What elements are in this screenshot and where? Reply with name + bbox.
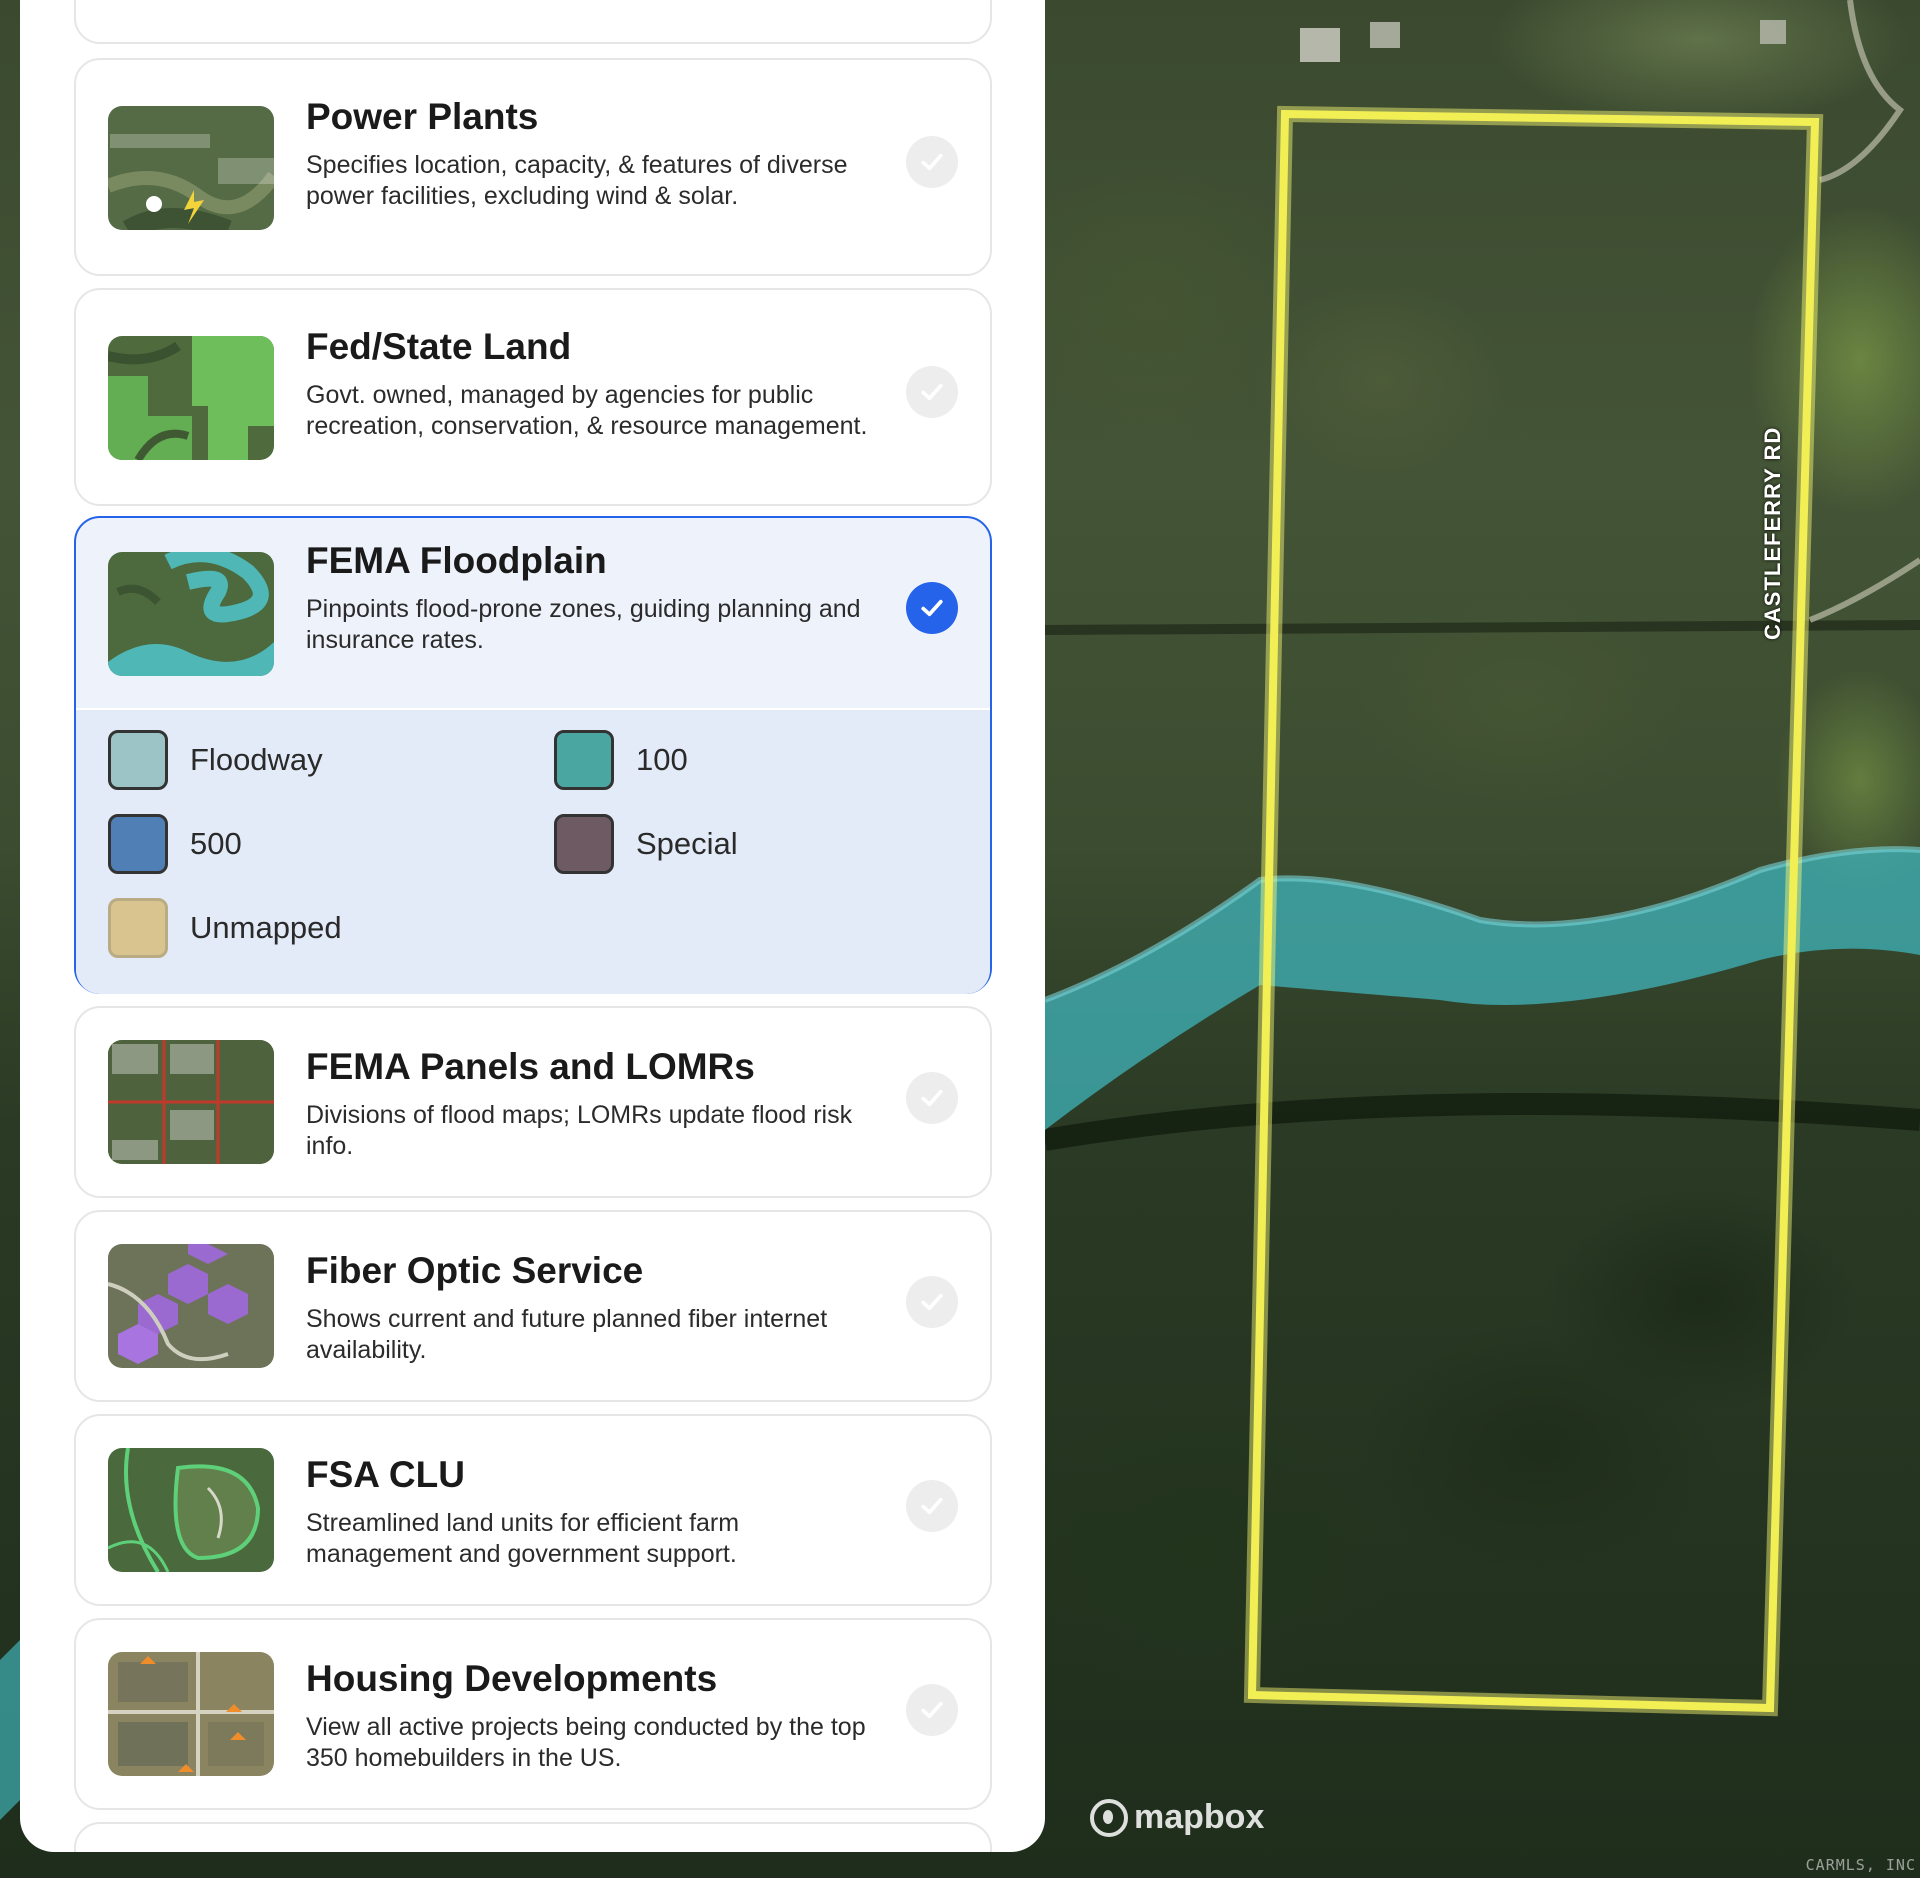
mapbox-logo[interactable]: mapbox <box>1090 1798 1264 1837</box>
layer-card-fsa-clu[interactable]: FSA CLU Streamlined land units for effic… <box>74 1414 992 1606</box>
layer-card-partial-bottom[interactable] <box>74 1822 992 1852</box>
legend-swatch <box>554 730 614 790</box>
fema-floodplain-thumbnail-icon <box>108 552 274 676</box>
fiber-optic-thumbnail-icon <box>108 1244 274 1368</box>
layer-card-housing-developments[interactable]: Housing Developments View all active pro… <box>74 1618 992 1810</box>
layer-card-fed-state-land[interactable]: Fed/State Land Govt. owned, managed by a… <box>74 288 992 506</box>
housing-developments-thumbnail-icon <box>108 1652 274 1776</box>
legend-label: 500 <box>190 826 242 861</box>
power-plants-thumbnail-icon <box>108 106 274 230</box>
layer-toggle-fema-panels[interactable] <box>906 1072 958 1124</box>
legend-label: Floodway <box>190 742 323 777</box>
layer-toggle-fema-floodplain[interactable] <box>906 582 958 634</box>
layer-title: Power Plants <box>306 96 539 137</box>
layer-title: FEMA Panels and LOMRs <box>306 1046 755 1087</box>
layer-description: Specifies location, capacity, & features… <box>306 151 848 210</box>
legend-item-special: Special <box>554 814 738 874</box>
legend-label: 100 <box>636 742 688 777</box>
fed-state-land-thumbnail-icon <box>108 336 274 460</box>
layer-toggle-fiber-optic[interactable] <box>906 1276 958 1328</box>
layer-title: Fiber Optic Service <box>306 1250 644 1291</box>
mapbox-logo-text: mapbox <box>1134 1798 1265 1836</box>
layer-title: Fed/State Land <box>306 326 572 367</box>
check-icon <box>921 1701 943 1719</box>
check-icon <box>921 599 943 617</box>
legend-item-500: 500 <box>108 814 242 874</box>
layer-description: View all active projects being conducted… <box>306 1713 866 1772</box>
legend-swatch <box>108 898 168 958</box>
layer-card-partial-top[interactable] <box>74 0 992 44</box>
check-icon <box>921 1497 943 1515</box>
map-copyright: CARMLS, INC <box>1805 1856 1916 1874</box>
layer-description: Pinpoints flood-prone zones, guiding pla… <box>306 595 861 654</box>
legend-swatch <box>108 814 168 874</box>
layer-card-fema-floodplain[interactable]: FEMA Floodplain Pinpoints flood-prone zo… <box>74 516 992 994</box>
layer-title: FEMA Floodplain <box>306 540 607 581</box>
layer-toggle-fed-state-land[interactable] <box>906 366 958 418</box>
legend-item-floodway: Floodway <box>108 730 323 790</box>
check-icon <box>921 153 943 171</box>
check-icon <box>921 1293 943 1311</box>
layer-description: Govt. owned, managed by agencies for pub… <box>306 381 868 440</box>
fsa-clu-thumbnail-icon <box>108 1448 274 1572</box>
floodplain-legend: Floodway 100 500 Special Unmapped <box>76 708 990 994</box>
legend-label: Special <box>636 826 738 861</box>
layer-panel[interactable]: Power Plants Specifies location, capacit… <box>20 0 1045 1852</box>
legend-label: Unmapped <box>190 910 342 945</box>
check-icon <box>921 1089 943 1107</box>
fema-panels-thumbnail-icon <box>108 1040 274 1164</box>
layer-card-fiber-optic[interactable]: Fiber Optic Service Shows current and fu… <box>74 1210 992 1402</box>
legend-swatch <box>554 814 614 874</box>
layer-description: Shows current and future planned fiber i… <box>306 1305 828 1364</box>
layer-description: Streamlined land units for efficient far… <box>306 1509 740 1568</box>
layer-card-fema-panels[interactable]: FEMA Panels and LOMRs Divisions of flood… <box>74 1006 992 1198</box>
legend-swatch <box>108 730 168 790</box>
layer-title: FSA CLU <box>306 1454 465 1495</box>
layer-toggle-fsa-clu[interactable] <box>906 1480 958 1532</box>
layer-title: Housing Developments <box>306 1658 718 1699</box>
road-label: CASTLEFERRY RD <box>1760 426 1785 640</box>
layer-description: Divisions of flood maps; LOMRs update fl… <box>306 1101 853 1160</box>
layer-toggle-power-plants[interactable] <box>906 136 958 188</box>
layer-card-power-plants[interactable]: Power Plants Specifies location, capacit… <box>74 58 992 276</box>
check-icon <box>921 383 943 401</box>
layer-toggle-housing-developments[interactable] <box>906 1684 958 1736</box>
mapbox-logo-icon <box>1090 1798 1128 1837</box>
legend-item-unmapped: Unmapped <box>108 898 342 958</box>
legend-item-100: 100 <box>554 730 688 790</box>
